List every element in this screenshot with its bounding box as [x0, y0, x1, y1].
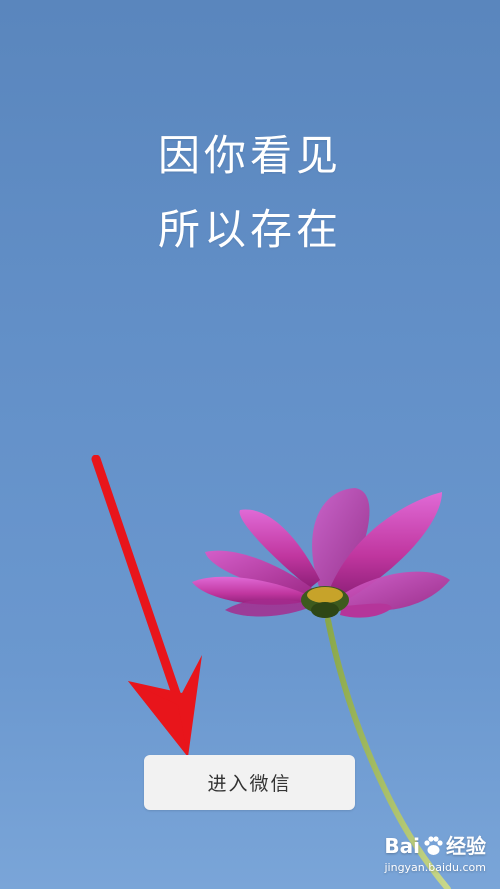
- watermark-url: jingyan.baidu.com: [384, 861, 486, 874]
- baidu-jingyan-watermark: Bai 经验 jingyan.baidu.com: [384, 833, 486, 881]
- enter-wechat-button[interactable]: 进入微信: [144, 755, 355, 810]
- slogan-line-1: 因你看见: [157, 131, 342, 180]
- red-arrow-annotation: [91, 455, 202, 757]
- cosmos-flower-image: [192, 488, 451, 889]
- slogan-line-2: 所以存在: [157, 205, 342, 254]
- baidu-paw-icon: [424, 836, 443, 855]
- watermark-brand-right: 经验: [446, 834, 486, 858]
- watermark-brand-left: Bai: [384, 834, 420, 858]
